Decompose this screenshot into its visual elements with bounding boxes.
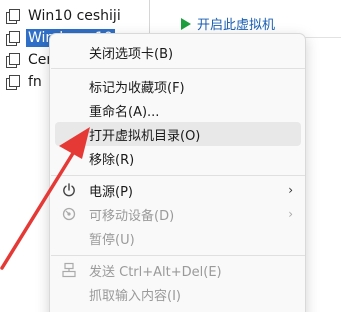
power-on-label: 开启此虚拟机 [197, 18, 276, 33]
menu-item-remove[interactable]: 移除(R) [55, 146, 301, 170]
removable-device-icon [61, 206, 77, 222]
menu-item-label: 重命名(A)... [89, 104, 160, 120]
menu-item-pause: 暂停(U) [55, 226, 301, 250]
menu-separator [51, 68, 305, 69]
chevron-right-icon: › [288, 183, 293, 197]
context-menu: 关闭选项卡(B) 标记为收藏项(F) 重命名(A)... 打开虚拟机目录(O) … [49, 33, 306, 312]
tree-item-label: fn [28, 74, 42, 90]
menu-item-label: 可移动设备(D) [89, 208, 175, 224]
tree-item-label: Win10 ceshiji [28, 8, 121, 24]
power-on-link[interactable]: 开启此虚拟机 [181, 14, 275, 33]
power-icon [61, 182, 77, 198]
tree-item-vm[interactable]: fn [6, 71, 44, 93]
menu-item-removable-devices: 可移动设备(D) › [55, 202, 301, 226]
menu-separator [51, 175, 305, 176]
menu-item-label: 暂停(U) [89, 232, 135, 248]
menu-item-label: 发送 Ctrl+Alt+Del(E) [89, 264, 222, 280]
chevron-right-icon: › [288, 207, 293, 221]
menu-item-label: 关闭选项卡(B) [89, 46, 174, 62]
menu-item-open-vm-directory[interactable]: 打开虚拟机目录(O) [55, 122, 301, 146]
menu-item-grab-input: 抓取输入内容(I) [55, 282, 301, 306]
vm-stack-icon [6, 75, 20, 90]
vm-stack-icon [6, 31, 20, 46]
play-icon [181, 17, 191, 30]
menu-item-mark-favorite[interactable]: 标记为收藏项(F) [55, 74, 301, 98]
menu-item-close-tab[interactable]: 关闭选项卡(B) [55, 40, 301, 64]
menu-separator [51, 255, 305, 256]
keyboard-icon [61, 262, 77, 278]
menu-item-label: 抓取输入内容(I) [89, 288, 181, 304]
menu-item-label: 打开虚拟机目录(O) [89, 128, 201, 144]
menu-item-label: 移除(R) [89, 152, 135, 168]
vm-stack-icon [6, 53, 20, 68]
menu-item-rename[interactable]: 重命名(A)... [55, 98, 301, 122]
menu-item-label: 电源(P) [89, 184, 133, 200]
vm-stack-icon [6, 9, 20, 24]
tree-item-vm[interactable]: Win10 ceshiji [6, 5, 123, 27]
menu-item-power[interactable]: 电源(P) › [55, 178, 301, 202]
menu-item-label: 标记为收藏项(F) [89, 80, 185, 96]
menu-item-send-ctrl-alt-del: 发送 Ctrl+Alt+Del(E) [55, 258, 301, 282]
